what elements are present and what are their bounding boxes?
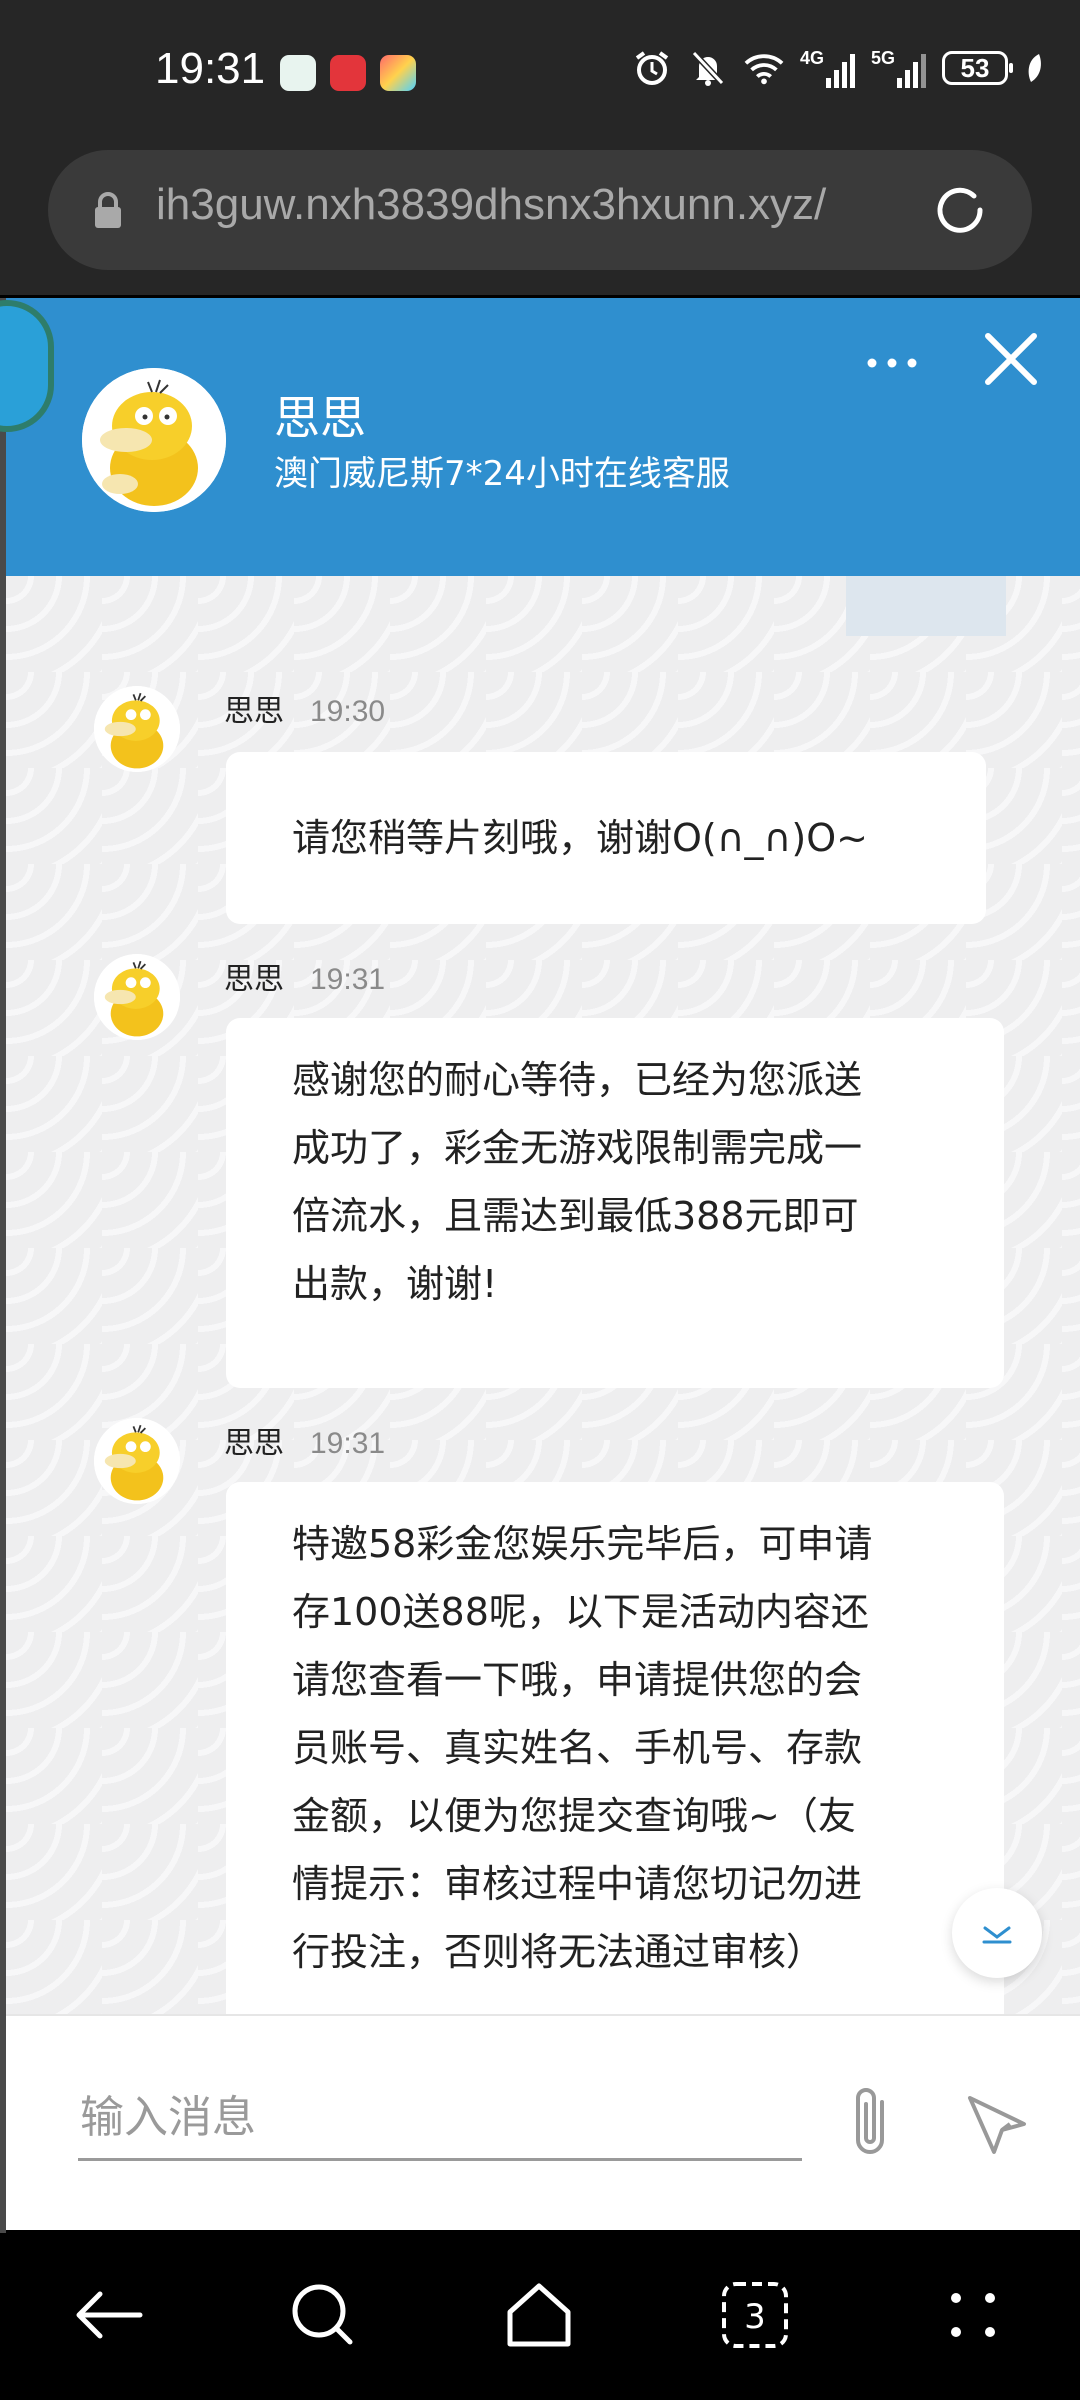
network-4g-label: 4G [799,48,824,68]
status-time: 19:31 [155,44,266,93]
agent-subtitle: 澳门威尼斯7*24小时在线客服 [274,454,730,494]
message-meta: 思思 19:30 [224,686,385,730]
message-time: 19:31 [310,963,386,996]
agent-avatar-small [94,954,180,1040]
back-icon[interactable] [70,2276,148,2354]
signal-5g-icon: 5G [871,48,926,88]
status-bar: 19:31 4G 5G 53 [0,0,1080,140]
leaf-icon [1024,48,1044,88]
message-line: 金额，以便为您提交查询哦~（友 [292,1794,856,1838]
message-text: 请您稍等片刻哦，谢谢O(∩_∩)O~ [292,816,868,860]
message-line: 情提示：审核过程中请您切记勿进 [292,1862,863,1906]
search-icon[interactable] [284,2276,362,2354]
message-line: 倍流水，且需达到最低388元即可 [292,1194,859,1238]
attachment-icon[interactable] [842,2082,898,2162]
agent-name: 思思 [274,391,366,445]
status-icons: 4G 5G 53 [632,48,1044,88]
system-nav-bar: 3 [0,2230,1080,2400]
app-notification-icon [280,55,316,91]
browser-toolbar: ih3guw.nxh3839dhsnx3hxunn.xyz/ [0,140,1080,295]
message-meta: 思思 19:31 [224,1418,385,1462]
message-meta: 思思 19:31 [224,954,385,998]
close-icon[interactable] [980,328,1042,390]
page-edge [0,298,6,2233]
tabs-icon[interactable]: 3 [716,2276,794,2354]
agent-avatar-small [94,1418,180,1504]
message-line: 员账号、真实姓名、手机号、存款 [292,1726,863,1770]
theme-app-icon [380,55,416,91]
menu-icon[interactable] [934,2276,1012,2354]
network-5g-label: 5G [870,48,895,68]
reload-icon[interactable] [928,178,992,242]
message-input[interactable] [78,2076,802,2161]
send-icon[interactable] [964,2090,1030,2156]
message-time: 19:31 [310,1427,386,1460]
alarm-icon [632,48,672,88]
previous-message-bubble [846,576,1006,636]
more-options-icon[interactable] [864,348,920,378]
message-line: 成功了，彩金无游戏限制需完成一 [292,1126,863,1170]
scroll-to-bottom-button[interactable] [952,1888,1042,1978]
sender-name: 思思 [224,694,284,729]
message-list[interactable]: 思思 19:30 请您稍等片刻哦，谢谢O(∩_∩)O~ 思思 19:31 感谢您… [6,576,1080,2014]
message-line: 特邀58彩金您娱乐完毕后，可申请 [292,1522,873,1566]
tabs-count: 3 [744,2297,766,2337]
address-bar[interactable]: ih3guw.nxh3839dhsnx3hxunn.xyz/ [48,150,1032,270]
agent-avatar-small [94,686,180,772]
mute-icon [688,48,728,88]
signal-4g-icon: 4G [800,48,855,88]
agent-avatar [82,368,226,512]
chevron-down-icon [982,1926,1012,1944]
message-line: 存100送88呢，以下是活动内容还 [292,1590,869,1634]
wifi-icon [744,48,784,88]
sender-name: 思思 [224,962,284,997]
chat-header: 思思 澳门威尼斯7*24小时在线客服 [0,298,1080,576]
message-bubble: 请您稍等片刻哦，谢谢O(∩_∩)O~ [226,752,986,924]
battery-level: 53 [960,52,990,83]
message-time: 19:30 [310,695,386,728]
url-text[interactable]: ih3guw.nxh3839dhsnx3hxunn.xyz/ [156,180,936,230]
home-icon[interactable] [500,2276,578,2354]
message-line: 行投注，否则将无法通过审核） [292,1930,825,1974]
sender-name: 思思 [224,1426,284,1461]
message-line: 出款，谢谢! [292,1262,498,1306]
message-bubble: 感谢您的耐心等待，已经为您派送 成功了，彩金无游戏限制需完成一 倍流水，且需达到… [226,1018,1004,1388]
message-line: 感谢您的耐心等待，已经为您派送 [292,1058,863,1102]
message-bubble: 特邀58彩金您娱乐完毕后，可申请 存100送88呢，以下是活动内容还 请您查看一… [226,1482,1004,2014]
battery-icon: 53 [942,51,1013,85]
huawei-store-icon [330,55,366,91]
message-line: 请您查看一下哦，申请提供您的会 [292,1658,863,1702]
message-composer [6,2014,1080,2232]
lock-icon [88,190,128,230]
